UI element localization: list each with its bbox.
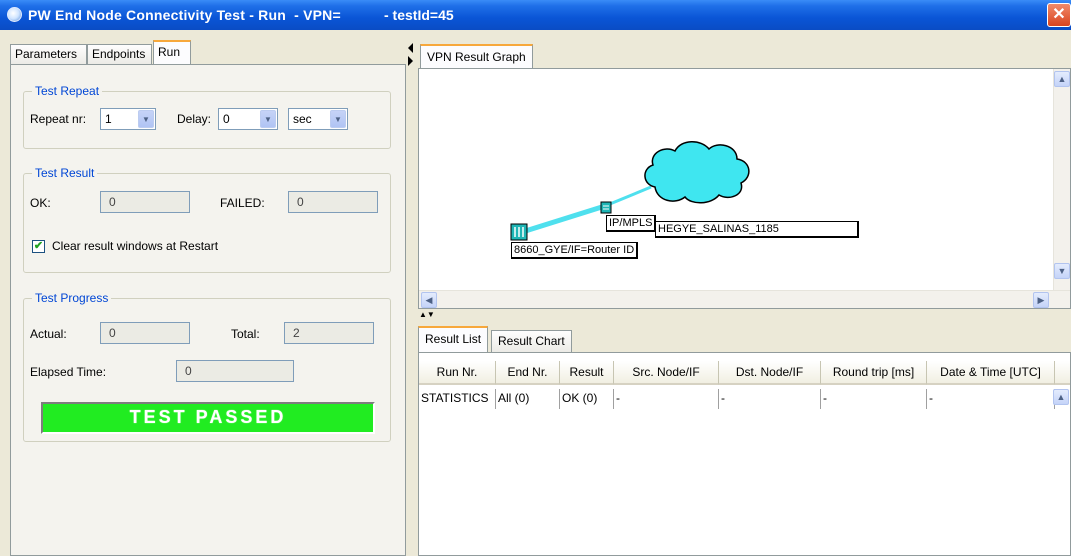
router-node-label[interactable]: 8660_GYE/IF=Router ID <box>511 242 639 259</box>
cell-run-nr: STATISTICS <box>419 389 496 409</box>
close-icon[interactable]: ✕ <box>1047 3 1071 27</box>
cloud-node-label[interactable]: HEGYE_SALINAS_1185 <box>655 221 859 238</box>
cell-dst-node: - <box>719 389 821 409</box>
tab-vpn-result-graph[interactable]: VPN Result Graph <box>420 44 533 69</box>
tab-parameters[interactable]: Parameters <box>10 44 87 64</box>
right-panel: VPN Result Graph 8660_GYE/IF=Router ID I… <box>415 36 1071 556</box>
vertical-splitter-arrows[interactable]: ▲▼ <box>419 311 435 319</box>
scroll-left-icon[interactable]: ◀ <box>421 292 437 308</box>
failed-count-field: 0 <box>288 191 378 213</box>
mpls-icon[interactable] <box>600 201 612 214</box>
delay-label: Delay: <box>177 112 212 126</box>
scroll-down-icon[interactable]: ▼ <box>1054 263 1070 279</box>
app-icon <box>7 7 22 22</box>
collapse-left-icon[interactable] <box>408 43 413 53</box>
test-result-title: Test Result <box>32 166 98 180</box>
panel-splitter[interactable] <box>407 36 415 556</box>
actual-label: Actual: <box>30 327 67 341</box>
column-header[interactable]: Result <box>560 361 614 385</box>
cloud-icon[interactable] <box>644 141 750 204</box>
delay-unit-select[interactable]: sec ▼ <box>288 108 348 130</box>
column-header[interactable]: Round trip [ms] <box>821 361 927 385</box>
repeat-nr-label: Repeat nr: <box>30 112 87 126</box>
chevron-down-icon[interactable]: ▼ <box>138 110 154 128</box>
scroll-up-icon[interactable]: ▲ <box>1053 389 1069 405</box>
cell-end-nr: All (0) <box>496 389 560 409</box>
graph-vertical-scrollbar[interactable]: ▲ ▼ <box>1053 69 1070 291</box>
mpls-node-label[interactable]: IP/MPLS <box>606 215 657 232</box>
failed-label: FAILED: <box>220 196 265 210</box>
delay-unit-value: sec <box>293 112 312 126</box>
window-titlebar: PW End Node Connectivity Test - Run - VP… <box>0 0 1071 30</box>
tab-result-chart[interactable]: Result Chart <box>491 330 572 352</box>
test-progress-title: Test Progress <box>32 291 112 305</box>
vpn-graph-canvas[interactable]: 8660_GYE/IF=Router ID IP/MPLS HEGYE_SALI… <box>418 68 1071 309</box>
window-title: PW End Node Connectivity Test - Run - VP… <box>28 7 341 23</box>
repeat-nr-value: 1 <box>105 112 112 126</box>
test-repeat-group: Test Repeat Repeat nr: 1 ▼ Delay: 0 ▼ se… <box>23 84 391 149</box>
clear-results-label: Clear result windows at Restart <box>52 239 219 253</box>
tab-result-list[interactable]: Result List <box>418 326 489 352</box>
run-tab-body: Test Repeat Repeat nr: 1 ▼ Delay: 0 ▼ se… <box>10 64 406 556</box>
tab-run[interactable]: Run <box>153 40 191 65</box>
repeat-nr-select[interactable]: 1 ▼ <box>100 108 156 130</box>
column-header[interactable]: Dst. Node/IF <box>719 361 821 385</box>
scroll-up-icon[interactable]: ▲ <box>1054 71 1070 87</box>
cell-src-node: - <box>614 389 719 409</box>
chevron-down-icon[interactable]: ▼ <box>330 110 346 128</box>
clear-results-checkbox[interactable]: ✔ <box>32 240 45 253</box>
test-repeat-title: Test Repeat <box>32 84 103 98</box>
test-status-banner: TEST PASSED <box>41 402 375 434</box>
ok-label: OK: <box>30 196 51 210</box>
total-label: Total: <box>231 327 260 341</box>
result-table: Run Nr. End Nr. Result Src. Node/IF Dst.… <box>418 352 1071 556</box>
left-panel: Parameters Endpoints Run Test Repeat Rep… <box>0 36 407 556</box>
total-field: 2 <box>284 322 374 344</box>
graph-horizontal-scrollbar[interactable]: ◀ ▶ <box>419 290 1070 308</box>
delay-value: 0 <box>223 112 230 126</box>
delay-select[interactable]: 0 ▼ <box>218 108 278 130</box>
cell-round-trip: - <box>821 389 927 409</box>
result-table-header: Run Nr. End Nr. Result Src. Node/IF Dst.… <box>419 361 1070 385</box>
tab-endpoints[interactable]: Endpoints <box>87 44 152 64</box>
column-header[interactable]: Run Nr. <box>419 361 496 385</box>
link-line-cloud <box>604 185 652 208</box>
column-header[interactable]: Src. Node/IF <box>614 361 719 385</box>
column-header[interactable]: Date & Time [UTC] <box>927 361 1055 385</box>
cell-result: OK (0) <box>560 389 614 409</box>
chevron-down-icon[interactable]: ▼ <box>260 110 276 128</box>
link-line <box>518 203 606 236</box>
elapsed-time-label: Elapsed Time: <box>30 365 107 379</box>
test-result-group: Test Result OK: 0 FAILED: 0 ✔ Clear resu… <box>23 166 391 273</box>
column-header-filler <box>1055 361 1070 385</box>
column-header[interactable]: End Nr. <box>496 361 560 385</box>
collapse-right-icon[interactable] <box>408 56 413 66</box>
elapsed-time-field: 0 <box>176 360 294 382</box>
ok-count-field: 0 <box>100 191 190 213</box>
test-id-label: - testId=45 <box>384 7 454 23</box>
actual-field: 0 <box>100 322 190 344</box>
cell-date-time: - <box>927 389 1055 409</box>
scroll-right-icon[interactable]: ▶ <box>1033 292 1049 308</box>
